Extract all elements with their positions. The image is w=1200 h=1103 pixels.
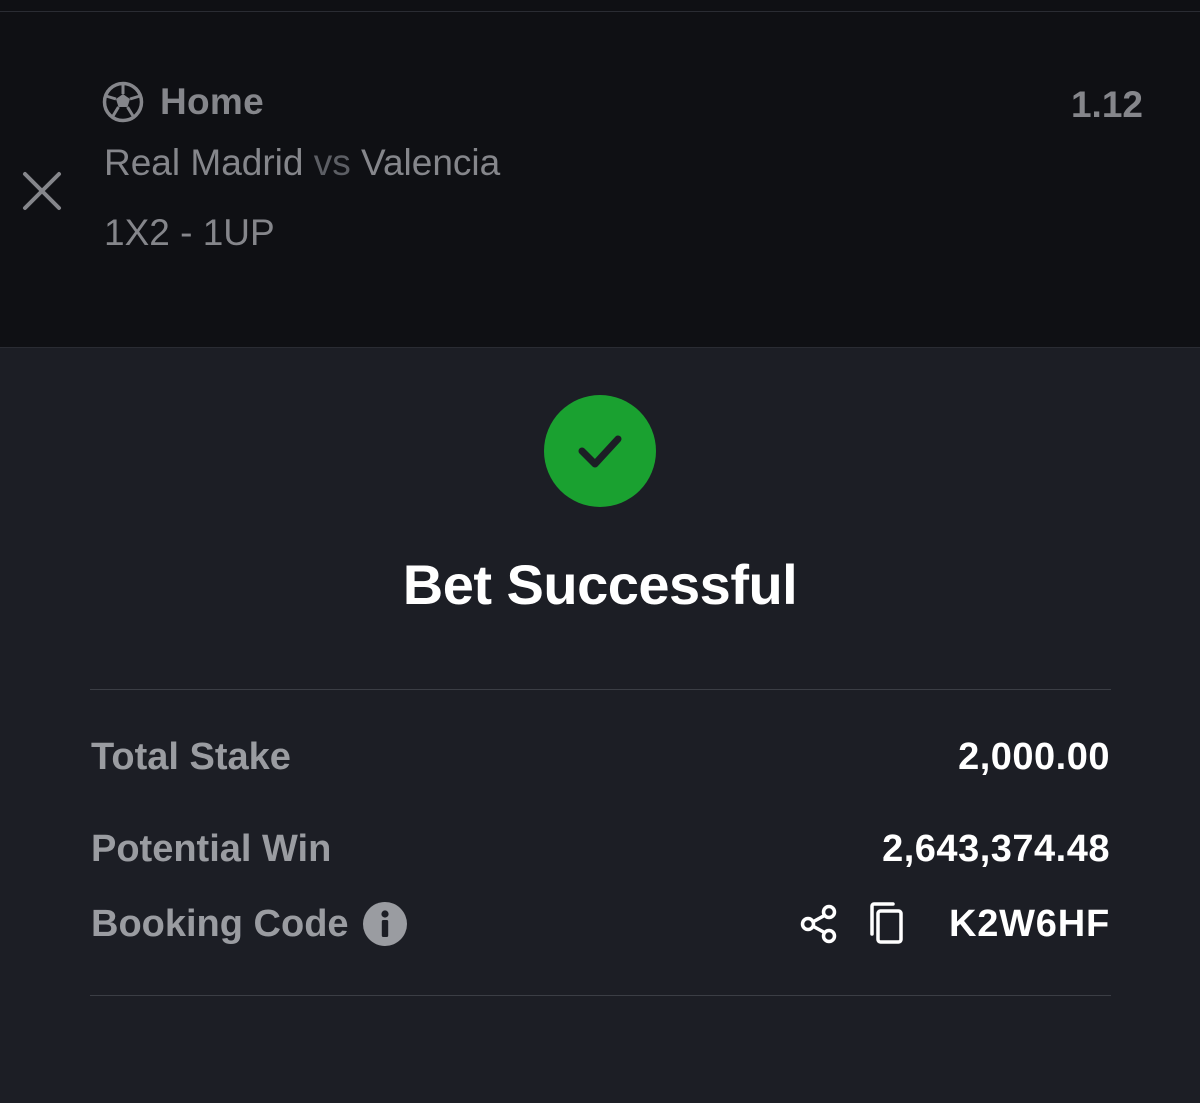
booking-code-row: Booking Code xyxy=(91,900,407,948)
home-team: Real Madrid xyxy=(104,142,303,183)
market-label: 1X2 - 1UP xyxy=(104,212,275,254)
bet-selection-card: Home 1.12 Real Madrid vs Valencia 1X2 - … xyxy=(0,12,1200,348)
top-strip xyxy=(0,0,1200,12)
away-team: Valencia xyxy=(361,142,500,183)
booking-code-value[interactable]: K2W6HF xyxy=(949,903,1110,946)
potential-win-label: Potential Win xyxy=(91,828,331,871)
booking-code-actions: K2W6HF xyxy=(797,900,1110,948)
pick-row: Home xyxy=(102,80,264,124)
success-title: Bet Successful xyxy=(0,552,1200,617)
total-stake-value: 2,000.00 xyxy=(958,736,1110,779)
close-icon xyxy=(20,169,64,213)
match-name: Real Madrid vs Valencia xyxy=(104,142,500,184)
total-stake-label: Total Stake xyxy=(91,736,291,779)
copy-icon[interactable] xyxy=(865,900,909,948)
soccer-ball-icon xyxy=(102,81,144,123)
summary-divider-bottom xyxy=(90,995,1111,996)
checkmark-icon xyxy=(568,419,632,483)
potential-win-value: 2,643,374.48 xyxy=(882,828,1110,871)
booking-code-label: Booking Code xyxy=(91,903,349,946)
summary-divider-top xyxy=(90,689,1111,690)
odds-value: 1.12 xyxy=(1071,84,1143,126)
remove-selection-button[interactable] xyxy=(18,167,66,215)
vs-separator: vs xyxy=(314,142,351,183)
info-icon[interactable] xyxy=(363,902,407,946)
pick-label: Home xyxy=(160,81,264,123)
check-circle-icon xyxy=(544,395,656,507)
share-icon[interactable] xyxy=(797,900,841,948)
